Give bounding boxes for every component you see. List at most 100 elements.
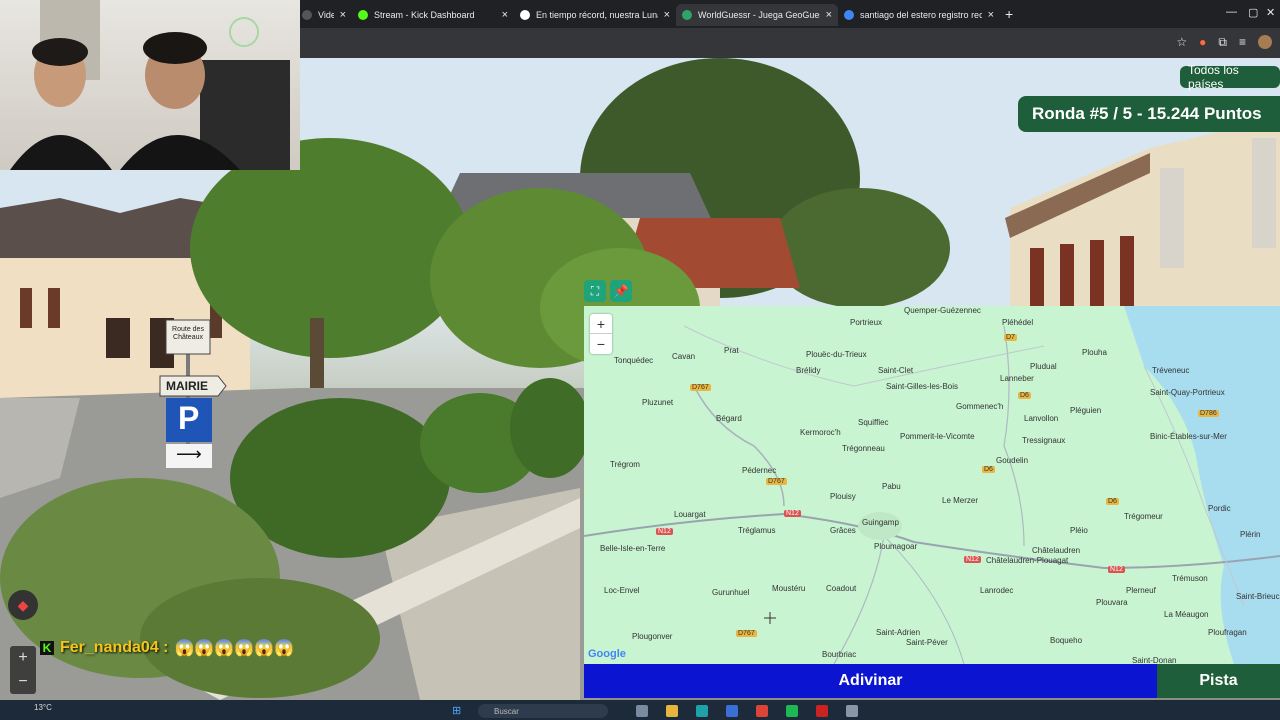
road-shield-label: D767: [766, 478, 787, 485]
map-place-label: Grâces: [830, 526, 856, 535]
guess-button[interactable]: Adivinar: [584, 664, 1157, 698]
map-place-label: Lanvollon: [1024, 414, 1059, 423]
road-shield-label: D6: [1106, 498, 1119, 505]
street-view-zoom-out-button[interactable]: −: [10, 670, 36, 694]
map-place-label: Bégard: [716, 414, 742, 423]
map-place-label: Pléguien: [1070, 406, 1102, 415]
tab-close-icon[interactable]: ×: [502, 9, 508, 21]
pin-map-button[interactable]: 📌: [610, 280, 632, 302]
bookmark-star-icon[interactable]: ☆: [1176, 35, 1187, 50]
minimize-icon[interactable]: —: [1226, 6, 1237, 18]
map-place-label: Quemper-Guézennec: [904, 306, 981, 315]
tab-close-icon[interactable]: ×: [340, 9, 346, 21]
compass-icon: ◆: [17, 596, 29, 613]
map-place-label: Portrieux: [850, 318, 883, 327]
road-shield-label: N12: [656, 528, 673, 535]
map-zoom-out-button[interactable]: −: [590, 334, 612, 354]
guess-map[interactable]: Portrieux Quemper-Guézennec Pléhédel Tonqué…: [584, 306, 1280, 664]
map-place-label: Gurunhuel: [712, 588, 750, 597]
settings-icon[interactable]: [846, 705, 858, 717]
map-place-label: Bourbriac: [822, 650, 857, 659]
profile-avatar[interactable]: [1258, 35, 1272, 49]
new-tab-button[interactable]: +: [1005, 6, 1013, 22]
map-place-label: Saint-Gilles-les-Bois: [886, 382, 959, 391]
map-place-label: Saint-Brieuc: [1236, 592, 1280, 601]
map-place-label: Tressignaux: [1022, 436, 1066, 445]
round-status-badge: Ronda #5 / 5 - 15.244 Puntos: [1018, 96, 1280, 132]
browser-tab[interactable]: En tiempo récord, nuestra Luna ×: [514, 4, 676, 26]
map-toolbar: ⛶ 📌: [584, 280, 632, 302]
map-place-label: Lanrodec: [980, 586, 1014, 595]
browser-tab[interactable]: Stream - Kick Dashboard ×: [352, 4, 514, 26]
map-place-label: Gommenec'h: [956, 402, 1004, 411]
country-filter-button[interactable]: Todos los países: [1180, 63, 1280, 91]
map-place-label: Trémuson: [1172, 574, 1208, 583]
store-icon[interactable]: [726, 705, 738, 717]
tab-close-icon[interactable]: ×: [664, 9, 670, 21]
hint-button[interactable]: Pista: [1157, 664, 1280, 698]
map-zoom-in-button[interactable]: +: [590, 314, 612, 334]
taskbar-search-input[interactable]: Buscar: [478, 704, 608, 718]
map-place-label: Loc-Envel: [604, 586, 640, 595]
tab-title: santiago del estero registro rec: [860, 10, 982, 20]
map-place-label: Louargat: [674, 510, 706, 519]
map-place-label: Pommerit-le-Vicomte: [900, 432, 975, 441]
map-place-label: Châtelaudren-Plouagat: [986, 556, 1069, 565]
map-place-label: Binic-Étables-sur-Mer: [1150, 432, 1227, 441]
map-place-label: Plouha: [1082, 348, 1107, 357]
map-place-label: Cavan: [672, 352, 696, 361]
street-view-zoom-control: + −: [10, 646, 36, 694]
road-shield-label: D767: [690, 384, 711, 391]
map-place-label: Trégonneau: [842, 444, 885, 453]
webcam-overlay: [0, 0, 300, 170]
weather-temperature[interactable]: 13°C: [34, 703, 52, 712]
street-view-zoom-in-button[interactable]: +: [10, 646, 36, 670]
file-explorer-icon[interactable]: [666, 705, 678, 717]
spotify-icon[interactable]: [786, 705, 798, 717]
map-place-label: Ploufragan: [1208, 628, 1247, 637]
map-place-label: Saint-Donan: [1132, 656, 1177, 664]
edge-icon[interactable]: [696, 705, 708, 717]
road-shield-label: D6: [1018, 392, 1031, 399]
media-control-icon[interactable]: ≡: [1239, 35, 1246, 50]
windows-start-icon[interactable]: ⊞: [452, 704, 461, 717]
tab-favicon-icon: [844, 10, 854, 20]
road-shield-label: N12: [964, 556, 981, 563]
tab-close-icon[interactable]: ×: [826, 9, 832, 21]
extension-fire-icon[interactable]: ●: [1199, 35, 1206, 50]
map-place-label: Coadout: [826, 584, 857, 593]
chrome-icon[interactable]: [756, 705, 768, 717]
task-view-icon[interactable]: [636, 705, 648, 717]
obs-icon[interactable]: [816, 705, 828, 717]
map-place-label: Plouisy: [830, 492, 856, 501]
extensions-puzzle-icon[interactable]: ⧉: [1218, 35, 1227, 50]
map-place-label: Pluzunet: [642, 398, 674, 407]
map-place-label: Plougonver: [632, 632, 673, 641]
map-place-label: Tonquédec: [614, 356, 654, 365]
tab-favicon-icon: [358, 10, 368, 20]
map-zoom-control: + −: [590, 314, 612, 354]
compass-button[interactable]: ◆: [8, 590, 38, 620]
map-place-label: Le Merzer: [942, 496, 979, 505]
road-shield-label: D6: [982, 466, 995, 473]
chat-message: K Fer_nanda04 : 😱😱😱😱😱😱: [40, 638, 294, 658]
expand-map-button[interactable]: ⛶: [584, 280, 606, 302]
maximize-icon[interactable]: ▢: [1248, 6, 1258, 19]
close-window-icon[interactable]: ✕: [1266, 6, 1275, 19]
tab-title: Stream - Kick Dashboard: [374, 10, 475, 20]
google-logo: Google: [588, 648, 626, 660]
parking-sign-text: P: [178, 400, 200, 436]
browser-tab[interactable]: Video C ×: [296, 4, 352, 26]
map-place-label: Pléio: [1070, 526, 1088, 535]
map-place-label: Plérin: [1240, 530, 1261, 539]
tab-close-icon[interactable]: ×: [988, 9, 994, 21]
browser-tab[interactable]: WorldGuessr - Juega GeoGuess ×: [676, 4, 838, 26]
map-place-label: Trégomeur: [1124, 512, 1163, 521]
tab-title: En tiempo récord, nuestra Luna: [536, 10, 658, 20]
map-place-label: Brélidy: [796, 366, 821, 375]
map-place-label: Saint-Péver: [906, 638, 948, 647]
browser-tab[interactable]: santiago del estero registro rec ×: [838, 4, 1000, 26]
map-place-label: Lanneber: [1000, 374, 1034, 383]
road-shield-label: D7: [1004, 334, 1017, 341]
map-place-label: Pléhédel: [1002, 318, 1034, 327]
